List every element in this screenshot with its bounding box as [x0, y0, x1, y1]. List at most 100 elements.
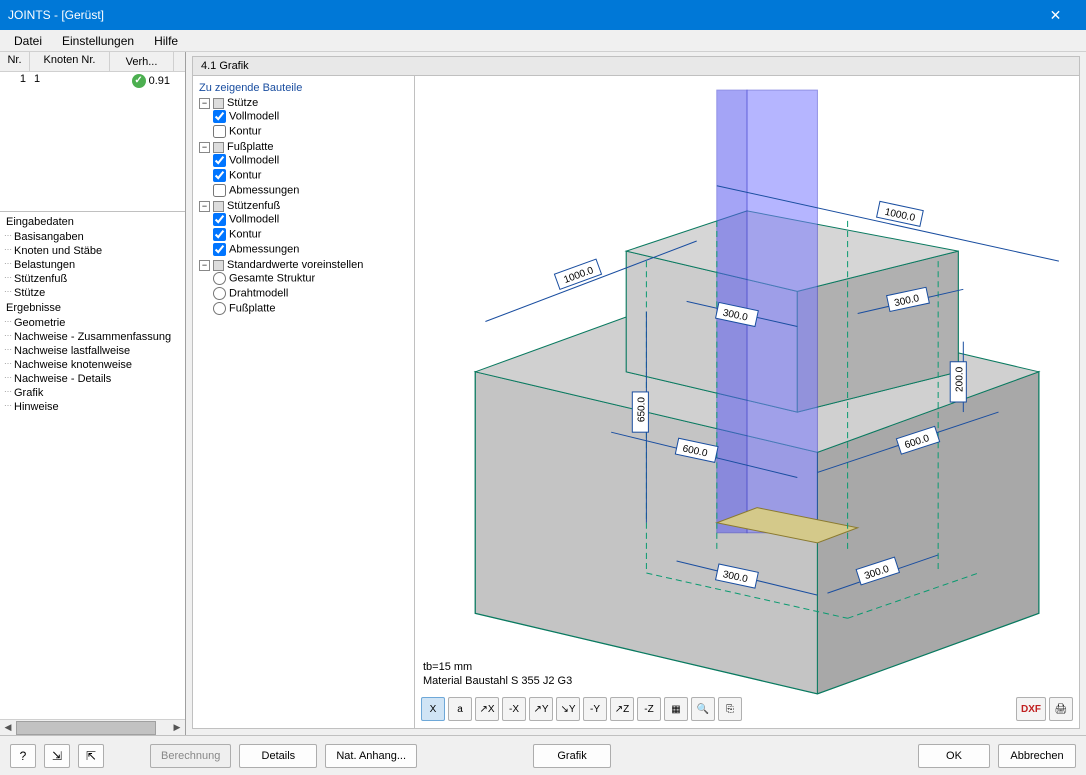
- col-nr[interactable]: Nr.: [0, 52, 30, 71]
- ok-button[interactable]: OK: [918, 744, 990, 768]
- check-icon: ✓: [132, 74, 146, 88]
- view-isoy-button[interactable]: ↗Y: [529, 697, 553, 721]
- chk-sf-voll[interactable]: [213, 213, 226, 226]
- zoom-button[interactable]: 🔍: [691, 697, 715, 721]
- lbl-stuetze-kontur: Kontur: [229, 126, 261, 138]
- nav-nachweise-details[interactable]: Nachweise - Details: [0, 372, 185, 386]
- import-icon[interactable]: ⇱: [78, 744, 104, 768]
- menu-help[interactable]: Hilfe: [144, 32, 188, 50]
- info-material: Material Baustahl S 355 J2 G3: [423, 674, 572, 688]
- tree-title: Zu zeigende Bauteile: [197, 80, 410, 96]
- nav-belastungen[interactable]: Belastungen: [0, 258, 185, 272]
- menu-file[interactable]: Datei: [4, 32, 52, 50]
- info-tb: tb=15 mm: [423, 660, 572, 674]
- tree-stuetze[interactable]: Stütze: [227, 97, 258, 109]
- chk-fuss-abm[interactable]: [213, 184, 226, 197]
- chk-sf-abm[interactable]: [213, 243, 226, 256]
- menu-settings[interactable]: Einstellungen: [52, 32, 144, 50]
- cancel-button[interactable]: Abbrechen: [998, 744, 1076, 768]
- view-negz-button[interactable]: -Z: [637, 697, 661, 721]
- chk-fuss-kontur[interactable]: [213, 169, 226, 182]
- table-row[interactable]: 1 1 ✓ 0.91: [0, 72, 185, 90]
- cell-verh: ✓ 0.91: [110, 72, 174, 90]
- verh-value: 0.91: [149, 75, 170, 87]
- berechnung-button[interactable]: Berechnung: [150, 744, 231, 768]
- svg-text:650.0: 650.0: [636, 397, 647, 423]
- lbl-draht: Drahtmodell: [229, 288, 288, 300]
- viewport-toolbar: X a ↗X -X ↗Y ↘Y -Y ↗Z -Z ▦ 🔍 ⎘ DXF 🖨: [421, 696, 1073, 722]
- nav-hinweise[interactable]: Hinweise: [0, 400, 185, 414]
- 3d-model: 1000.0 1000.0 600.0 600.0 300.0 300.0 30…: [415, 76, 1079, 728]
- view-isoy2-button[interactable]: ↘Y: [556, 697, 580, 721]
- nav-geometrie[interactable]: Geometrie: [0, 316, 185, 330]
- 3d-viewport[interactable]: 1000.0 1000.0 600.0 600.0 300.0 300.0 30…: [415, 76, 1079, 728]
- nav-grafik[interactable]: Grafik: [0, 386, 185, 400]
- tree-stuetzenfuss[interactable]: Stützenfuß: [227, 200, 280, 212]
- node-icon: [213, 201, 224, 212]
- rad-gesamt[interactable]: [213, 272, 226, 285]
- lbl-fuss-kontur: Kontur: [229, 170, 261, 182]
- title-bar: JOINTS - [Gerüst] ✕: [0, 0, 1086, 30]
- nav-group-ergebnisse[interactable]: Ergebnisse: [0, 300, 185, 316]
- chk-sf-kontur[interactable]: [213, 228, 226, 241]
- left-panel: Nr. Knoten Nr. Verh... 1 1 ✓ 0.91 Eingab…: [0, 52, 186, 735]
- lbl-sf-abm: Abmessungen: [229, 244, 299, 256]
- nav-nachweise-knoten[interactable]: Nachweise knotenweise: [0, 358, 185, 372]
- col-knoten[interactable]: Knoten Nr.: [30, 52, 110, 71]
- lbl-fussplatte: Fußplatte: [229, 303, 275, 315]
- rad-fussplatte[interactable]: [213, 302, 226, 315]
- copy-button[interactable]: ⎘: [718, 697, 742, 721]
- lbl-fuss-voll: Vollmodell: [229, 155, 279, 167]
- info-text: tb=15 mm Material Baustahl S 355 J2 G3: [423, 660, 572, 688]
- print-button[interactable]: 🖨: [1049, 697, 1073, 721]
- details-button[interactable]: Details: [239, 744, 317, 768]
- toggle-icon[interactable]: −: [199, 260, 210, 271]
- bottom-bar: ? ⇲ ⇱ Berechnung Details Nat. Anhang... …: [0, 735, 1086, 775]
- view-isoz-button[interactable]: ↗Z: [610, 697, 634, 721]
- nav-tree: Eingabedaten Basisangaben Knoten und Stä…: [0, 212, 185, 719]
- nav-knoten[interactable]: Knoten und Stäbe: [0, 244, 185, 258]
- menu-bar: Datei Einstellungen Hilfe: [0, 30, 1086, 52]
- col-verh[interactable]: Verh...: [110, 52, 174, 71]
- chk-fuss-voll[interactable]: [213, 154, 226, 167]
- node-icon: [213, 98, 224, 109]
- nav-group-eingabe[interactable]: Eingabedaten: [0, 214, 185, 230]
- svg-text:200.0: 200.0: [954, 366, 965, 392]
- nav-nachweise-lastfall[interactable]: Nachweise lastfallweise: [0, 344, 185, 358]
- view-negy-button[interactable]: -Y: [583, 697, 607, 721]
- section-header: 4.1 Grafik: [192, 56, 1080, 75]
- nav-nachweise-zusammen[interactable]: Nachweise - Zusammenfassung: [0, 330, 185, 344]
- tree-standard[interactable]: Standardwerte voreinstellen: [227, 259, 363, 271]
- view-negx-button[interactable]: -X: [502, 697, 526, 721]
- toggle-icon[interactable]: −: [199, 142, 210, 153]
- rad-draht[interactable]: [213, 287, 226, 300]
- dxf-export-button[interactable]: DXF: [1016, 697, 1046, 721]
- results-table: Nr. Knoten Nr. Verh... 1 1 ✓ 0.91: [0, 52, 185, 212]
- view-isox-button[interactable]: ↗X: [475, 697, 499, 721]
- export-icon[interactable]: ⇲: [44, 744, 70, 768]
- lbl-gesamt: Gesamte Struktur: [229, 273, 315, 285]
- tree-fussplatte[interactable]: Fußplatte: [227, 141, 273, 153]
- window-title: JOINTS - [Gerüst]: [8, 8, 1033, 22]
- chk-stuetze-voll[interactable]: [213, 110, 226, 123]
- lbl-sf-kontur: Kontur: [229, 229, 261, 241]
- view-box-button[interactable]: ▦: [664, 697, 688, 721]
- cell-knoten: 1: [30, 72, 110, 90]
- lbl-sf-voll: Vollmodell: [229, 214, 279, 226]
- view-x-button[interactable]: X: [421, 697, 445, 721]
- help-icon[interactable]: ?: [10, 744, 36, 768]
- nav-stuetze[interactable]: Stütze: [0, 286, 185, 300]
- node-icon: [213, 260, 224, 271]
- nav-stuetzenfuss[interactable]: Stützenfuß: [0, 272, 185, 286]
- node-icon: [213, 142, 224, 153]
- toggle-icon[interactable]: −: [199, 201, 210, 212]
- nav-basisangaben[interactable]: Basisangaben: [0, 230, 185, 244]
- components-tree: Zu zeigende Bauteile −Stütze Vollmodell …: [193, 76, 415, 728]
- close-icon[interactable]: ✕: [1033, 0, 1078, 30]
- chk-stuetze-kontur[interactable]: [213, 125, 226, 138]
- anhang-button[interactable]: Nat. Anhang...: [325, 744, 417, 768]
- toggle-icon[interactable]: −: [199, 98, 210, 109]
- left-scrollbar[interactable]: ◀▶: [0, 719, 185, 735]
- grafik-button[interactable]: Grafik: [533, 744, 611, 768]
- view-a-button[interactable]: a: [448, 697, 472, 721]
